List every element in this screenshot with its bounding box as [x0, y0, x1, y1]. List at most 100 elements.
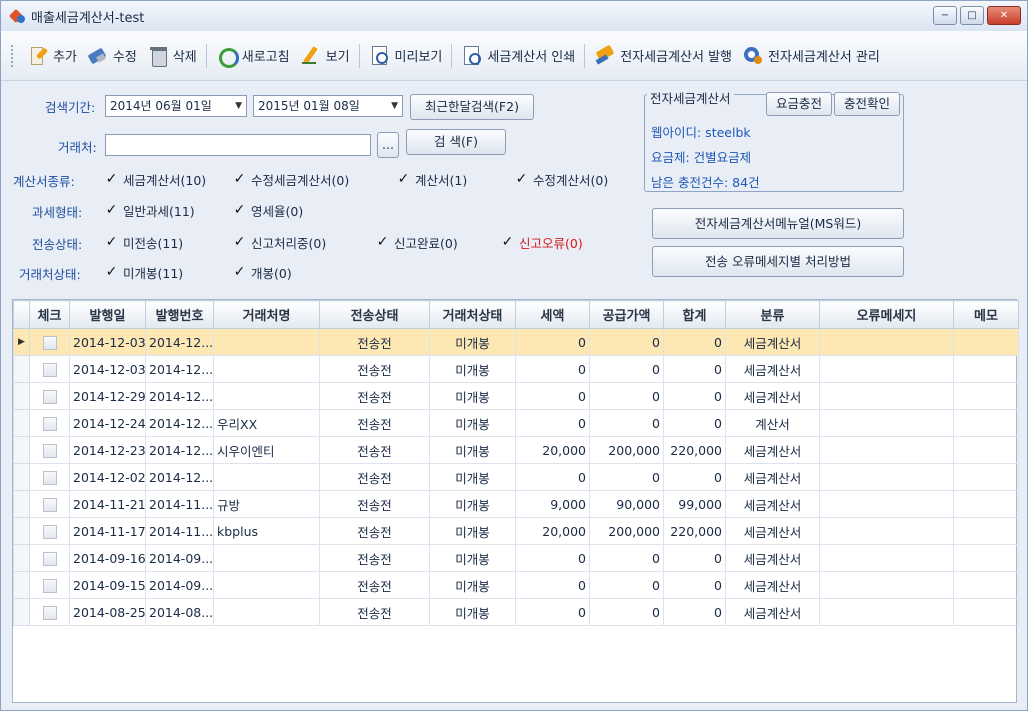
row-header[interactable]: [13, 544, 30, 572]
column-header-check[interactable]: 체크: [29, 300, 70, 329]
cell-category: 세금계산서: [725, 598, 820, 626]
refresh-button[interactable]: 새로고침: [211, 41, 295, 71]
date-from-picker[interactable]: 2014년 06월 01일 ▼: [105, 95, 247, 117]
cell-error-message: [819, 517, 954, 545]
row-checkbox[interactable]: [42, 524, 57, 539]
row-check-cell[interactable]: [29, 490, 70, 518]
column-header-transmit-status[interactable]: 전송상태: [319, 300, 430, 329]
column-header-memo[interactable]: 메모: [953, 300, 1019, 329]
column-header-issue-date[interactable]: 발행일: [69, 300, 146, 329]
table-row[interactable]: 2014-11-21 2014-11... 규방 전송전 미개봉 9,000 90,000 9…: [13, 490, 1019, 518]
cell-total: 220,000: [663, 436, 726, 464]
row-check-cell[interactable]: [29, 355, 70, 383]
column-header-category[interactable]: 분류: [725, 300, 820, 329]
checkbox-invoice[interactable]: ✓ 계산서(1): [396, 170, 468, 189]
error-guide-button[interactable]: 전송 오류메세지별 처리방법: [652, 246, 904, 277]
checkbox-report-complete[interactable]: ✓ 신고완료(0): [375, 233, 458, 252]
row-header[interactable]: [13, 571, 30, 599]
column-header-issue-number[interactable]: 발행번호: [145, 300, 214, 329]
row-check-cell[interactable]: [29, 382, 70, 410]
charge-button[interactable]: 요금충전: [766, 92, 832, 116]
row-check-cell[interactable]: [29, 328, 70, 356]
issue-einvoice-button[interactable]: 전자세금계산서 발행: [589, 41, 737, 71]
row-check-cell[interactable]: [29, 409, 70, 437]
title-bar[interactable]: 매출세금계산서-test − □ ✕: [1, 1, 1027, 31]
maximize-button[interactable]: □: [960, 6, 984, 25]
checkbox-opened[interactable]: ✓ 개봉(0): [232, 263, 292, 282]
date-to-picker[interactable]: 2015년 01월 08일 ▼: [253, 95, 403, 117]
preview-button[interactable]: 미리보기: [364, 41, 448, 71]
partner-input[interactable]: [105, 134, 371, 156]
edit-button[interactable]: 수정: [82, 41, 142, 71]
table-row[interactable]: 2014-12-24 2014-12... 우리XX 전송전 미개봉 0 0 0 계산서: [13, 409, 1019, 437]
table-row[interactable]: 2014-12-29 2014-12... 전송전 미개봉 0 0 0 세금계산서: [13, 382, 1019, 410]
row-header[interactable]: [13, 409, 30, 437]
row-check-cell[interactable]: [29, 517, 70, 545]
table-row[interactable]: 2014-09-16 2014-09... 전송전 미개봉 0 0 0 세금계산서: [13, 544, 1019, 572]
cell-supply-amount: 0: [589, 544, 664, 572]
row-header[interactable]: [13, 436, 30, 464]
invoice-type-label: 계산서종류:: [13, 174, 75, 189]
checkbox-tax-invoice[interactable]: ✓ 세금계산서(10): [104, 170, 207, 189]
column-header-total[interactable]: 합계: [663, 300, 726, 329]
partner-browse-button[interactable]: ...: [377, 132, 399, 158]
view-button[interactable]: 보기: [295, 41, 355, 71]
row-header[interactable]: [13, 463, 30, 491]
manage-einvoice-button[interactable]: 전자세금계산서 관리: [737, 41, 885, 71]
close-button[interactable]: ✕: [987, 6, 1021, 25]
table-row[interactable]: 2014-12-02 2014-12... 전송전 미개봉 0 0 0 세금계산서: [13, 463, 1019, 491]
row-header[interactable]: [13, 517, 30, 545]
row-header[interactable]: ▶: [13, 328, 30, 356]
column-header-partner-status[interactable]: 거래처상태: [429, 300, 516, 329]
cell-partner-name: [213, 328, 320, 356]
row-checkbox[interactable]: [42, 335, 57, 350]
column-header-tax-amount[interactable]: 세액: [515, 300, 590, 329]
row-checkbox[interactable]: [42, 443, 57, 458]
column-header-partner-name[interactable]: 거래처명: [213, 300, 320, 329]
table-row[interactable]: 2014-11-17 2014-11... kbplus 전송전 미개봉 20,000 20…: [13, 517, 1019, 545]
row-checkbox[interactable]: [42, 389, 57, 404]
checkbox-zero-rate[interactable]: ✓ 영세율(0): [232, 201, 304, 220]
row-header[interactable]: [13, 382, 30, 410]
row-checkbox[interactable]: [42, 497, 57, 512]
table-row[interactable]: 2014-08-25 2014-08... 전송전 미개봉 0 0 0 세금계산서: [13, 598, 1019, 626]
row-checkbox[interactable]: [42, 362, 57, 377]
checkbox-modified-tax-invoice[interactable]: ✓ 수정세금계산서(0): [232, 170, 350, 189]
add-button[interactable]: 추가: [22, 41, 82, 71]
row-checkbox[interactable]: [42, 605, 57, 620]
row-header[interactable]: [13, 355, 30, 383]
charge-check-button[interactable]: 충전확인: [834, 92, 900, 116]
row-checkbox[interactable]: [42, 470, 57, 485]
checkbox-general-tax[interactable]: ✓ 일반과세(11): [104, 201, 195, 220]
row-checkbox[interactable]: [42, 416, 57, 431]
table-row[interactable]: 2014-09-15 2014-09... 전송전 미개봉 0 0 0 세금계산서: [13, 571, 1019, 599]
search-button[interactable]: 검 색(F): [406, 129, 506, 155]
checkbox-report-error[interactable]: ✓ 신고오류(0): [500, 233, 583, 252]
row-header[interactable]: [13, 490, 30, 518]
table-row[interactable]: ▶ 2014-12-03 2014-12... 전송전 미개봉 0 0 0 세금계산서: [13, 328, 1019, 356]
row-checkbox[interactable]: [42, 551, 57, 566]
recent-month-search-button[interactable]: 최근한달검색(F2): [410, 94, 534, 120]
row-checkbox[interactable]: [42, 578, 57, 593]
delete-button[interactable]: 삭제: [142, 41, 202, 71]
checkbox-modified-invoice[interactable]: ✓ 수정계산서(0): [514, 170, 609, 189]
column-header-supply-amount[interactable]: 공급가액: [589, 300, 664, 329]
checkbox-reporting[interactable]: ✓ 신고처리중(0): [232, 233, 327, 252]
row-check-cell[interactable]: [29, 436, 70, 464]
grid-body: ▶ 2014-12-03 2014-12... 전송전 미개봉 0 0 0 세금계산서 2014-…: [13, 328, 1019, 626]
row-check-cell[interactable]: [29, 598, 70, 626]
column-header-error-message[interactable]: 오류메세지: [819, 300, 954, 329]
minimize-button[interactable]: −: [933, 6, 957, 25]
cell-error-message: [819, 571, 954, 599]
einvoice-manual-button[interactable]: 전자세금계산서메뉴얼(MS워드): [652, 208, 904, 239]
row-header[interactable]: [13, 598, 30, 626]
checkbox-not-sent[interactable]: ✓ 미전송(11): [104, 233, 184, 252]
row-check-cell[interactable]: [29, 463, 70, 491]
print-invoice-button[interactable]: 세금계산서 인쇄: [456, 41, 580, 71]
row-check-cell[interactable]: [29, 571, 70, 599]
table-row[interactable]: 2014-12-23 2014-12... 시우이엔티 전송전 미개봉 20,000 200…: [13, 436, 1019, 464]
row-check-cell[interactable]: [29, 544, 70, 572]
checkbox-unopened[interactable]: ✓ 미개봉(11): [104, 263, 184, 282]
toolbar-grip[interactable]: [11, 44, 14, 67]
table-row[interactable]: 2014-12-03 2014-12... 전송전 미개봉 0 0 0 세금계산서: [13, 355, 1019, 383]
